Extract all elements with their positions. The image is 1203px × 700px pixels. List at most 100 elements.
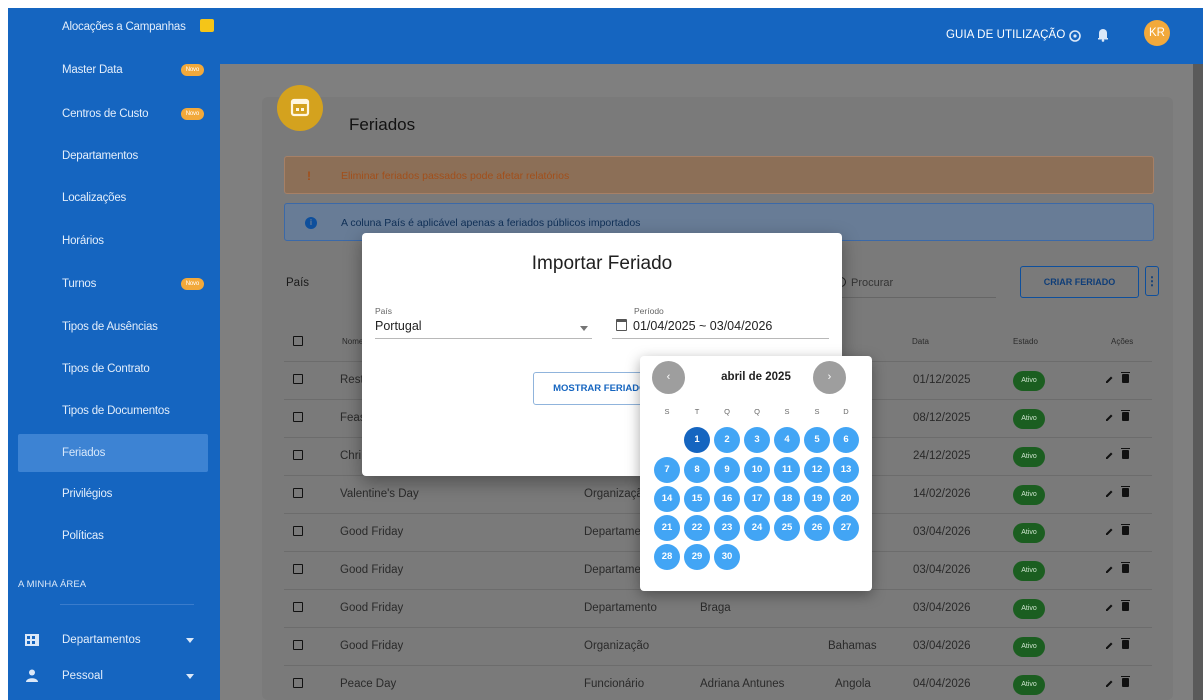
calendar-day[interactable]: 10 xyxy=(744,457,770,483)
calendar-day[interactable]: 28 xyxy=(654,544,680,570)
edit-icon[interactable] xyxy=(1105,375,1114,384)
calendar-day[interactable]: 2 xyxy=(714,427,740,453)
help-circle-icon[interactable] xyxy=(1068,29,1082,43)
create-holiday-button[interactable]: CRIAR FERIADO xyxy=(1020,266,1139,298)
next-month-button[interactable]: › xyxy=(813,361,846,394)
calendar-day[interactable]: 16 xyxy=(714,486,740,512)
delete-icon[interactable] xyxy=(1121,410,1130,421)
row-checkbox[interactable] xyxy=(293,564,303,574)
sidebar-item-label: Privilégios xyxy=(62,488,113,500)
dropdown-caret-icon xyxy=(580,326,588,331)
sidebar-group-departamentos[interactable]: Departamentos xyxy=(18,625,208,655)
column-header-status[interactable]: Estado xyxy=(1013,337,1038,346)
edit-icon[interactable] xyxy=(1105,489,1114,498)
calendar-day[interactable]: 17 xyxy=(744,486,770,512)
country-filter-label[interactable]: País xyxy=(286,277,309,289)
edit-icon[interactable] xyxy=(1105,603,1114,612)
row-checkbox[interactable] xyxy=(293,412,303,422)
calendar-day[interactable]: 6 xyxy=(833,427,859,453)
user-avatar[interactable]: KR xyxy=(1144,20,1170,46)
calendar-day[interactable]: 22 xyxy=(684,515,710,541)
calendar-day[interactable]: 19 xyxy=(804,486,830,512)
status-badge: Ativo xyxy=(1013,599,1045,619)
row-checkbox[interactable] xyxy=(293,450,303,460)
calendar-day[interactable]: 18 xyxy=(774,486,800,512)
delete-icon[interactable] xyxy=(1121,562,1130,573)
calendar-day[interactable]: 11 xyxy=(774,457,800,483)
sidebar-item-tipos-documentos[interactable]: Tipos de Documentos xyxy=(18,396,208,426)
sidebar-item-tipos-contrato[interactable]: Tipos de Contrato xyxy=(18,354,208,384)
edit-icon[interactable] xyxy=(1105,565,1114,574)
sidebar-item-horarios[interactable]: Horários xyxy=(18,226,208,256)
calendar-day[interactable]: 3 xyxy=(744,427,770,453)
sidebar-item-turnos[interactable]: Turnos Novo xyxy=(18,269,208,299)
sidebar-item-privilegios[interactable]: Privilégios xyxy=(18,479,208,509)
sidebar-item-alocacoes[interactable]: Alocações a Campanhas xyxy=(18,12,214,42)
edit-icon[interactable] xyxy=(1105,679,1114,688)
row-checkbox[interactable] xyxy=(293,640,303,650)
calendar-day[interactable]: 24 xyxy=(744,515,770,541)
edit-icon[interactable] xyxy=(1105,413,1114,422)
calendar-day-range-start[interactable]: 1 xyxy=(684,427,710,453)
sidebar-item-politicas[interactable]: Políticas xyxy=(18,521,208,551)
calendar-day[interactable]: 9 xyxy=(714,457,740,483)
row-checkbox[interactable] xyxy=(293,374,303,384)
delete-icon[interactable] xyxy=(1121,600,1130,611)
row-checkbox[interactable] xyxy=(293,488,303,498)
sidebar-section-title: A MINHA ÁREA xyxy=(18,579,87,590)
select-all-checkbox[interactable] xyxy=(293,336,303,346)
chevron-down-icon xyxy=(186,638,194,643)
column-header-date[interactable]: Data xyxy=(912,337,929,346)
table-row[interactable]: Good Friday Organização Bahamas 03/04/20… xyxy=(284,628,1152,666)
sidebar-item-localizacoes[interactable]: Localizações xyxy=(18,183,208,213)
sidebar-item-departamentos[interactable]: Departamentos xyxy=(18,141,208,171)
sidebar-item-label: Turnos xyxy=(62,278,97,290)
bell-icon[interactable] xyxy=(1096,27,1110,42)
user-guide-link[interactable]: GUIA DE UTILIZAÇÃO xyxy=(946,29,1065,41)
weekday-label: Q xyxy=(754,407,760,416)
calendar-day[interactable]: 21 xyxy=(654,515,680,541)
table-row[interactable]: Peace Day Funcionário Adriana Antunes An… xyxy=(284,666,1152,700)
calendar-day[interactable]: 15 xyxy=(684,486,710,512)
calendar-day[interactable]: 14 xyxy=(654,486,680,512)
calendar-day[interactable]: 29 xyxy=(684,544,710,570)
calendar-day[interactable]: 30 xyxy=(714,544,740,570)
holiday-date: 01/12/2025 xyxy=(913,374,971,386)
delete-icon[interactable] xyxy=(1121,676,1130,687)
delete-icon[interactable] xyxy=(1121,638,1130,649)
sidebar-item-tipos-ausencias[interactable]: Tipos de Ausências xyxy=(18,312,208,342)
sidebar-item-label: Feriados xyxy=(62,447,106,459)
calendar-day[interactable]: 8 xyxy=(684,457,710,483)
edit-icon[interactable] xyxy=(1105,641,1114,650)
calendar-day[interactable]: 13 xyxy=(833,457,859,483)
page-scrollbar[interactable] xyxy=(1193,64,1203,700)
sidebar-item-master-data[interactable]: Master Data Novo xyxy=(18,55,208,85)
calendar-day[interactable]: 26 xyxy=(804,515,830,541)
calendar-day[interactable]: 27 xyxy=(833,515,859,541)
calendar-day[interactable]: 25 xyxy=(774,515,800,541)
delete-icon[interactable] xyxy=(1121,524,1130,535)
sidebar-item-feriados[interactable]: Feriados xyxy=(18,434,208,472)
row-checkbox[interactable] xyxy=(293,678,303,688)
sidebar-item-centros-custo[interactable]: Centros de Custo Novo xyxy=(18,99,208,129)
delete-icon[interactable] xyxy=(1121,448,1130,459)
delete-icon[interactable] xyxy=(1121,486,1130,497)
calendar-day[interactable]: 23 xyxy=(714,515,740,541)
table-row[interactable]: Good Friday Departamento Braga 03/04/202… xyxy=(284,590,1152,628)
calendar-day[interactable]: 4 xyxy=(774,427,800,453)
holiday-date: 03/04/2026 xyxy=(913,602,971,614)
calendar-day[interactable]: 5 xyxy=(804,427,830,453)
delete-icon[interactable] xyxy=(1121,372,1130,383)
search-input[interactable]: Procurar xyxy=(836,270,996,298)
calendar-day[interactable]: 12 xyxy=(804,457,830,483)
calendar-day[interactable]: 20 xyxy=(833,486,859,512)
edit-icon[interactable] xyxy=(1105,451,1114,460)
calendar-day[interactable]: 7 xyxy=(654,457,680,483)
row-checkbox[interactable] xyxy=(293,526,303,536)
row-checkbox[interactable] xyxy=(293,602,303,612)
edit-icon[interactable] xyxy=(1105,527,1114,536)
column-header-name[interactable]: Nome xyxy=(342,337,363,346)
sidebar-group-pessoal[interactable]: Pessoal xyxy=(18,661,208,691)
more-options-button[interactable]: ⋮ xyxy=(1145,266,1159,296)
sidebar-group-label: Pessoal xyxy=(62,670,103,682)
